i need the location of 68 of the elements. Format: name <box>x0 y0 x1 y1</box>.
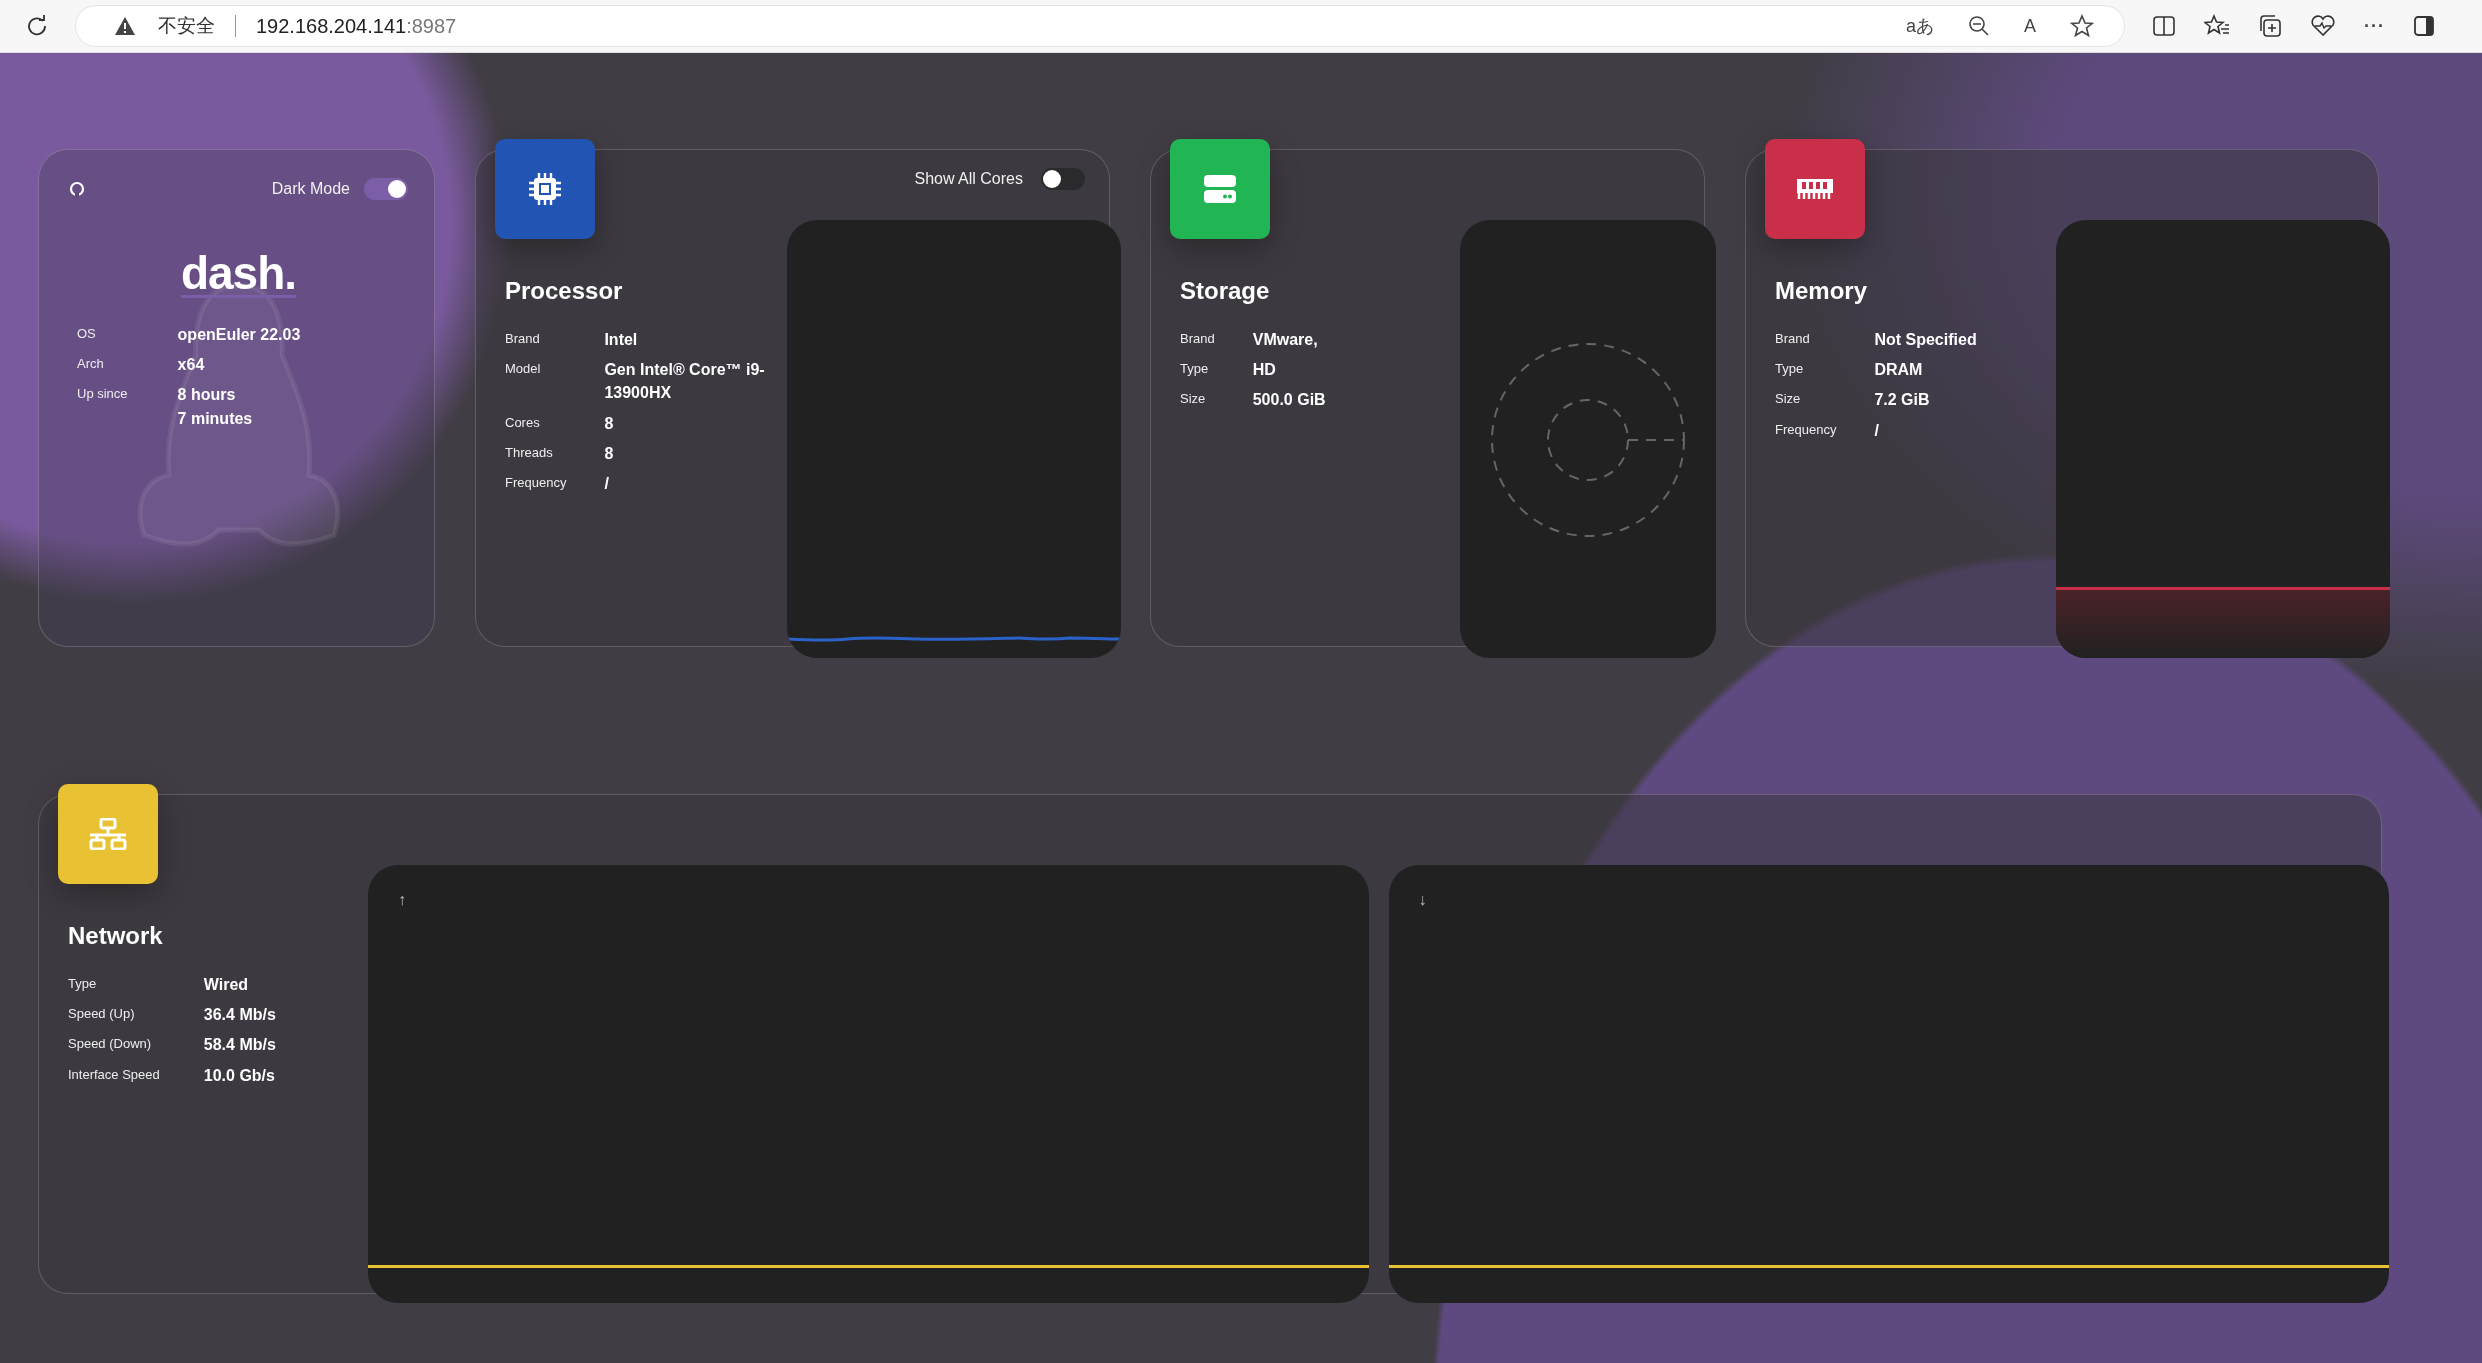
dash-logo: dash. <box>179 246 298 300</box>
widget-title: Processor <box>505 277 624 305</box>
network-icon <box>88 818 128 850</box>
heart-icon[interactable] <box>2310 14 2336 38</box>
info-value: 7.2 GiB <box>1874 390 1931 411</box>
info-label: OS <box>77 326 97 341</box>
split-screen-icon[interactable] <box>2152 15 2176 37</box>
widget-title: Network <box>68 922 164 950</box>
more-icon[interactable]: ··· <box>2364 15 2385 37</box>
collections-icon[interactable] <box>2258 14 2282 38</box>
info-label: Type <box>68 976 98 991</box>
info-value: Gen Intel® Core™ i9- 13900HX <box>604 360 765 404</box>
dark-mode-toggle[interactable] <box>364 178 408 200</box>
info-label: Size <box>1180 391 1207 407</box>
show-all-cores-label: Show All Cores <box>914 170 1023 188</box>
hard-drive-icon <box>1203 174 1237 204</box>
info-label: Up since <box>77 386 128 402</box>
info-value: 8 <box>604 443 615 464</box>
widget-title: Storage <box>1180 277 1271 305</box>
url-text: 192.168.204.141:8987 <box>256 14 457 38</box>
info-value: 500.0 GiB <box>1252 390 1326 411</box>
chip-icon <box>528 172 562 206</box>
memory-module-icon <box>1796 177 1834 201</box>
info-value: x64 <box>177 355 206 376</box>
info-label: Frequency <box>1775 421 1837 437</box>
info-label: Arch <box>77 356 105 372</box>
info-value: / <box>604 473 610 494</box>
info-value: Not Specified <box>1874 330 1977 350</box>
info-value: Intel <box>604 330 639 350</box>
zoom-out-icon[interactable] <box>1968 15 1990 37</box>
info-value: 8 hours 7 minutes <box>177 385 254 429</box>
dark-mode-label: Dark Mode <box>271 180 350 198</box>
direction-arrow: ↑ <box>398 891 406 909</box>
info-value: openEuler 22.03 <box>177 325 302 345</box>
info-label: Brand <box>1180 331 1215 346</box>
address-bar[interactable]: 不安全 192.168.204.141:8987 aあ A <box>76 6 2124 46</box>
show-all-cores-toggle[interactable] <box>1041 168 1085 190</box>
info-value: 10.0 Gb/s <box>203 1065 276 1086</box>
info-label: Brand <box>1775 331 1811 346</box>
info-value: HD <box>1252 360 1277 381</box>
info-value: VMware, <box>1252 330 1319 350</box>
reload-icon[interactable] <box>26 15 48 37</box>
info-label: Cores <box>505 414 541 430</box>
security-label: 不安全 <box>158 13 215 38</box>
info-label: Type <box>1775 361 1805 377</box>
favorites-icon[interactable] <box>2204 14 2230 38</box>
widget-title: Memory <box>1775 277 1869 305</box>
info-value: 36.4 Mb/s <box>203 1005 277 1026</box>
info-label: Interface Speed <box>68 1066 160 1082</box>
sidebar-icon[interactable] <box>2413 15 2435 37</box>
translate-icon[interactable]: aあ <box>1905 14 1934 38</box>
info-label: Frequency <box>505 474 567 490</box>
info-value: 8 <box>604 413 615 434</box>
info-value: / <box>1874 420 1880 441</box>
info-label: Speed (Up) <box>68 1006 136 1022</box>
info-value: Wired <box>203 975 250 995</box>
info-value: 58.4 Mb/s <box>203 1035 277 1056</box>
info-label: Model <box>505 361 542 377</box>
read-aloud-icon[interactable]: A <box>2024 15 2036 37</box>
info-label: Threads <box>505 444 554 460</box>
info-label: Size <box>1775 391 1802 407</box>
star-icon[interactable] <box>2070 14 2094 38</box>
info-label: Type <box>1180 361 1210 377</box>
info-label: Speed (Down) <box>68 1036 153 1052</box>
info-value: DRAM <box>1874 360 1924 381</box>
warning-icon <box>114 16 136 36</box>
direction-arrow: ↓ <box>1418 891 1427 909</box>
info-label: Brand <box>505 331 541 346</box>
